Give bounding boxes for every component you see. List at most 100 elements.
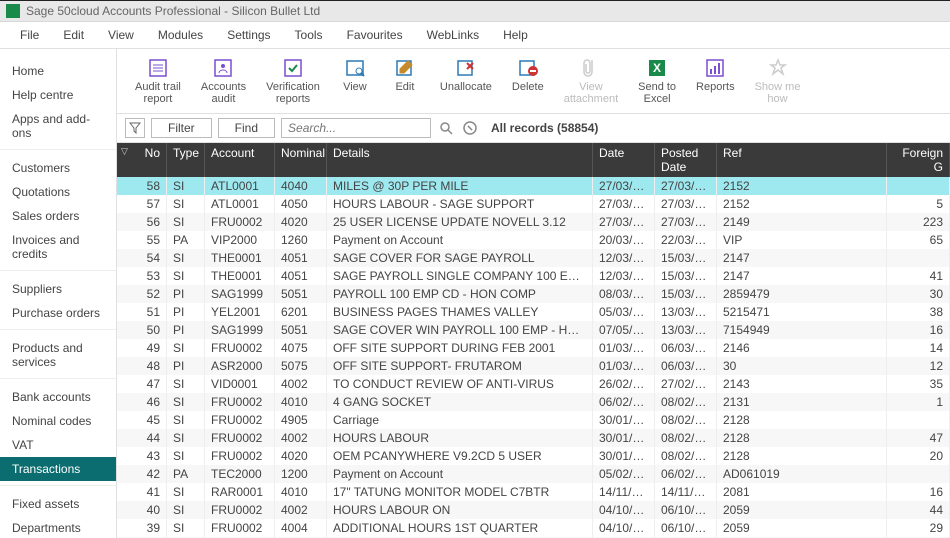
cell: 06/10/2000	[655, 501, 717, 519]
menu-help[interactable]: Help	[491, 22, 540, 48]
funnel-icon[interactable]	[125, 118, 145, 138]
cell: 08/03/2001	[593, 285, 655, 303]
table-row[interactable]: 46SIFRU000240104 GANG SOCKET06/02/200108…	[117, 393, 950, 411]
cell: HOURS LABOUR ON	[327, 501, 593, 519]
menu-favourites[interactable]: Favourites	[335, 22, 415, 48]
table-row[interactable]: 50PISAG19995051SAGE COVER WIN PAYROLL 10…	[117, 321, 950, 339]
cell: 58	[117, 177, 167, 195]
cell: TEC2000	[205, 465, 275, 483]
table-row[interactable]: 51PIYEL20016201BUSINESS PAGES THAMES VAL…	[117, 303, 950, 321]
cell: PI	[167, 303, 205, 321]
cell: 41	[117, 483, 167, 501]
sidebar-item-quotations[interactable]: Quotations	[0, 180, 116, 204]
cell: 2081	[717, 483, 887, 501]
table-row[interactable]: 41SIRAR0001401017" TATUNG MONITOR MODEL …	[117, 483, 950, 501]
cell: SI	[167, 393, 205, 411]
menu-file[interactable]: File	[8, 22, 51, 48]
sidebar-item-fixed-assets[interactable]: Fixed assets	[0, 492, 116, 516]
table-row[interactable]: 45SIFRU00024905Carriage30/01/200108/02/2…	[117, 411, 950, 429]
cell: 20	[887, 447, 950, 465]
table-row[interactable]: 39SIFRU00024004ADDITIONAL HOURS 1ST QUAR…	[117, 519, 950, 537]
toolbar-view[interactable]: View	[330, 55, 380, 107]
col-nominal[interactable]: Nominal	[275, 143, 327, 177]
table-row[interactable]: 53SITHE00014051SAGE PAYROLL SINGLE COMPA…	[117, 267, 950, 285]
table-row[interactable]: 42PATEC20001200Payment on Account05/02/2…	[117, 465, 950, 483]
menu-view[interactable]: View	[96, 22, 146, 48]
cell: SAGE COVER WIN PAYROLL 100 EMP - HON COM…	[327, 321, 593, 339]
cell: FRU0002	[205, 429, 275, 447]
cell: 2143	[717, 375, 887, 393]
menu-settings[interactable]: Settings	[215, 22, 282, 48]
cell: FRU0002	[205, 447, 275, 465]
menu-weblinks[interactable]: WebLinks	[415, 22, 491, 48]
filter-button[interactable]: Filter	[151, 118, 212, 138]
cell: 45	[117, 411, 167, 429]
sidebar-item-nominal-codes[interactable]: Nominal codes	[0, 409, 116, 433]
cell: 12	[887, 357, 950, 375]
search-input[interactable]	[281, 118, 431, 138]
sidebar-item-purchase-orders[interactable]: Purchase orders	[0, 301, 116, 325]
toolbar-label: Send to Excel	[638, 81, 676, 105]
sidebar-item-sales-orders[interactable]: Sales orders	[0, 204, 116, 228]
sidebar-item-apps-and-add-ons[interactable]: Apps and add-ons	[0, 107, 116, 145]
toolbar-accounts[interactable]: Accounts audit	[191, 55, 256, 107]
cell: 42	[117, 465, 167, 483]
toolbar-excel[interactable]: XSend to Excel	[628, 55, 686, 107]
cell: 4002	[275, 429, 327, 447]
col-posted[interactable]: Posted Date	[655, 143, 717, 177]
toolbar-audit[interactable]: Audit trail report	[125, 55, 191, 107]
sidebar-item-home[interactable]: Home	[0, 59, 116, 83]
toolbar-delete[interactable]: Delete	[502, 55, 554, 107]
table-row[interactable]: 40SIFRU00024002HOURS LABOUR ON04/10/2000…	[117, 501, 950, 519]
toolbar-edit[interactable]: Edit	[380, 55, 430, 107]
toolbar-reports[interactable]: Reports	[686, 55, 745, 107]
toolbar-unalloc[interactable]: Unallocate	[430, 55, 502, 107]
sidebar-item-suppliers[interactable]: Suppliers	[0, 277, 116, 301]
excel-icon: X	[646, 57, 668, 79]
sidebar-item-invoices-and-credits[interactable]: Invoices and credits	[0, 228, 116, 266]
col-account[interactable]: Account	[205, 143, 275, 177]
sidebar-item-customers[interactable]: Customers	[0, 156, 116, 180]
find-button[interactable]: Find	[218, 118, 275, 138]
table-row[interactable]: 47SIVID00014002TO CONDUCT REVIEW OF ANTI…	[117, 375, 950, 393]
table-row[interactable]: 55PAVIP20001260Payment on Account20/03/2…	[117, 231, 950, 249]
cell: PAYROLL 100 EMP CD - HON COMP	[327, 285, 593, 303]
table-row[interactable]: 43SIFRU00024020OEM PCANYWHERE V9.2CD 5 U…	[117, 447, 950, 465]
table-row[interactable]: 44SIFRU00024002HOURS LABOUR30/01/200108/…	[117, 429, 950, 447]
audit-icon	[147, 57, 169, 79]
cell: 30/01/2001	[593, 447, 655, 465]
col-foreign[interactable]: Foreign G	[887, 143, 950, 177]
cell: FRU0002	[205, 519, 275, 537]
sidebar-item-help-centre[interactable]: Help centre	[0, 83, 116, 107]
menu-edit[interactable]: Edit	[51, 22, 96, 48]
col-type[interactable]: Type	[167, 143, 205, 177]
cell: 41	[887, 267, 950, 285]
sidebar-item-bank-accounts[interactable]: Bank accounts	[0, 385, 116, 409]
table-row[interactable]: 57SIATL00014050HOURS LABOUR - SAGE SUPPO…	[117, 195, 950, 213]
sidebar-item-products-and-services[interactable]: Products and services	[0, 336, 116, 374]
table-row[interactable]: 49SIFRU00024075OFF SITE SUPPORT DURING F…	[117, 339, 950, 357]
table-row[interactable]: 52PISAG19995051PAYROLL 100 EMP CD - HON …	[117, 285, 950, 303]
search-icon[interactable]	[437, 119, 455, 137]
cell: MILES @ 30P PER MILE	[327, 177, 593, 195]
col-date[interactable]: Date	[593, 143, 655, 177]
cell: SI	[167, 339, 205, 357]
cell: PA	[167, 465, 205, 483]
toolbar-verify[interactable]: Verification reports	[256, 55, 330, 107]
col-details[interactable]: Details	[327, 143, 593, 177]
table-row[interactable]: 56SIFRU0002402025 USER LICENSE UPDATE NO…	[117, 213, 950, 231]
menu-tools[interactable]: Tools	[283, 22, 335, 48]
cell: 27/03/2001	[593, 195, 655, 213]
sidebar-item-departments[interactable]: Departments	[0, 516, 116, 538]
sidebar-item-transactions[interactable]: Transactions	[0, 457, 116, 481]
table-row[interactable]: 48PIASR20005075OFF SITE SUPPORT- FRUTARO…	[117, 357, 950, 375]
sidebar-item-vat[interactable]: VAT	[0, 433, 116, 457]
table-row[interactable]: 58SIATL00014040MILES @ 30P PER MILE27/03…	[117, 177, 950, 195]
clear-icon[interactable]	[461, 119, 479, 137]
menu-modules[interactable]: Modules	[146, 22, 215, 48]
col-ref[interactable]: Ref	[717, 143, 887, 177]
cell: 4050	[275, 195, 327, 213]
table-row[interactable]: 54SITHE00014051SAGE COVER FOR SAGE PAYRO…	[117, 249, 950, 267]
window-title: Sage 50cloud Accounts Professional - Sil…	[26, 4, 320, 18]
col-no[interactable]: No	[117, 143, 167, 177]
